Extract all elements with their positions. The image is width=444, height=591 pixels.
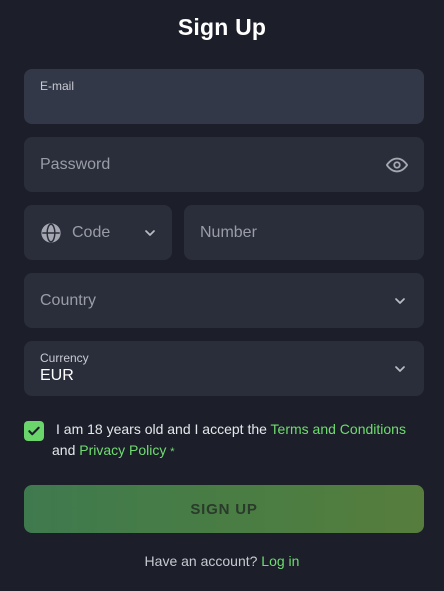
email-label: E-mail — [40, 79, 75, 93]
phone-number-placeholder: Number — [200, 223, 257, 241]
age-terms-checkbox[interactable] — [24, 421, 44, 441]
check-icon — [28, 426, 40, 436]
sign-up-button[interactable]: SIGN UP — [24, 485, 424, 533]
privacy-policy-link[interactable]: Privacy Policy — [79, 442, 166, 458]
chevron-down-icon — [392, 273, 408, 328]
currency-label: Currency — [40, 351, 89, 365]
terms-link[interactable]: Terms and Conditions — [271, 421, 406, 437]
country-select[interactable]: Country — [24, 273, 424, 328]
currency-select[interactable]: Currency EUR — [24, 341, 424, 396]
eye-icon[interactable] — [386, 137, 408, 192]
globe-icon — [40, 205, 62, 260]
chevron-down-icon — [142, 205, 158, 260]
country-placeholder: Country — [40, 291, 97, 309]
log-in-link[interactable]: Log in — [261, 553, 299, 569]
phone-code-select[interactable]: Code — [24, 205, 172, 260]
consent-text-before: I am 18 years old and I accept the — [56, 421, 271, 437]
phone-number-input[interactable]: Number — [184, 205, 424, 260]
password-field[interactable]: Password — [24, 137, 424, 192]
phone-code-placeholder: Code — [72, 223, 111, 241]
login-prompt: Have an account? Log in — [0, 553, 444, 569]
page-title: Sign Up — [177, 14, 267, 40]
chevron-down-icon — [392, 341, 408, 396]
consent-text-and: and — [52, 442, 80, 458]
required-mark: * — [170, 446, 175, 458]
have-account-text: Have an account? — [144, 553, 258, 569]
consent-text: I am 18 years old and I accept the Terms… — [52, 419, 426, 463]
email-field[interactable]: E-mail — [24, 69, 424, 124]
currency-value: EUR — [40, 367, 74, 384]
password-placeholder: Password — [40, 155, 111, 173]
